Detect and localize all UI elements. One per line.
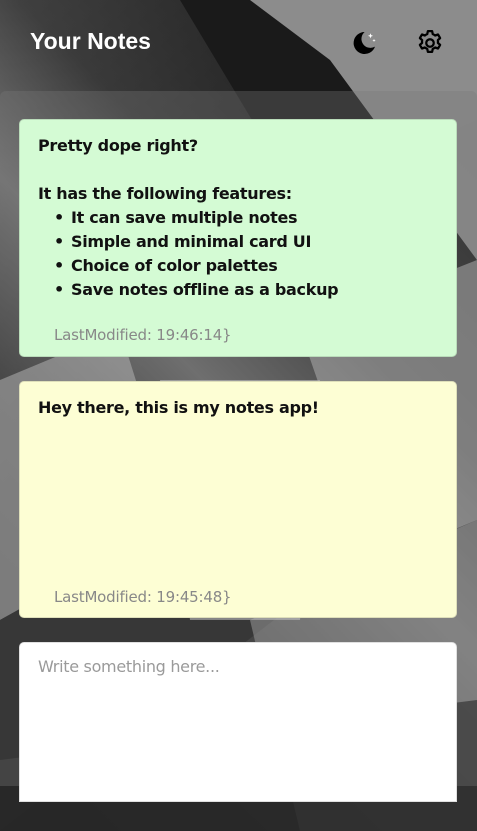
feature-list: It can save multiple notes Simple and mi… [54,206,438,302]
bottom-area [0,786,477,831]
note-line: Pretty dope right? [38,136,198,155]
note-line: It has the following features: [38,184,292,203]
note-card[interactable]: Pretty dope right? It has the following … [19,119,457,357]
last-modified-label: LastModified: 19:46:14} [54,326,232,344]
moon-stars-icon [353,31,376,54]
gear-icon [418,30,442,53]
note-card[interactable]: Hey there, this is my notes app! LastMod… [19,381,457,618]
feature-item: Simple and minimal card UI [54,230,438,254]
feature-item: Save notes offline as a backup [54,278,438,302]
settings-button[interactable] [414,27,446,59]
last-modified-label: LastModified: 19:45:48} [54,588,232,606]
theme-toggle-button[interactable] [348,27,380,59]
new-note-input[interactable] [38,657,438,787]
app-header: Your Notes [0,0,477,88]
note-body[interactable]: Hey there, this is my notes app! [38,396,438,420]
feature-item: Choice of color palettes [54,254,438,278]
page-title: Your Notes [30,28,151,54]
feature-item: It can save multiple notes [54,206,438,230]
note-body[interactable]: Pretty dope right? It has the following … [38,134,438,302]
new-note-card [19,642,457,802]
